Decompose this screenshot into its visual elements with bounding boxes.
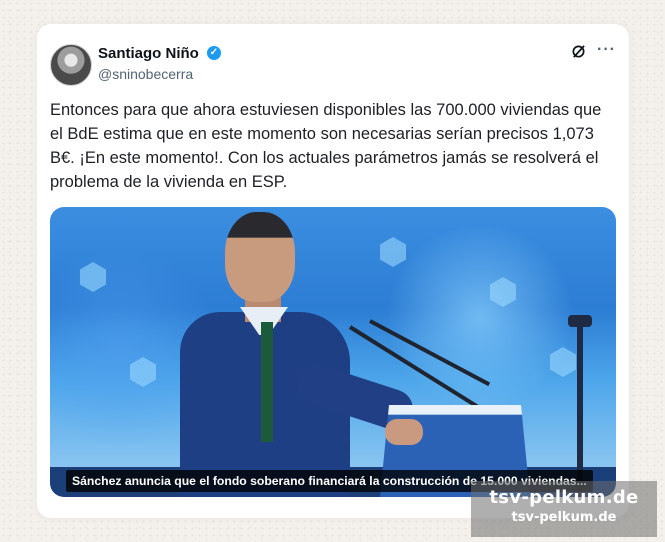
watermark: tsv-pelkum.de tsv-pelkum.de [471, 481, 657, 537]
verified-badge-icon: ✓ [207, 46, 221, 60]
more-options-icon[interactable]: ··· [597, 41, 616, 59]
watermark-line: tsv-pelkum.de [489, 487, 639, 508]
tweet-text: Entonces para que ahora estuviesen dispo… [50, 101, 602, 191]
grok-icon[interactable] [571, 44, 586, 59]
tweet-media-image[interactable]: Sánchez anuncia que el fondo soberano fi… [50, 207, 616, 497]
speaker-hand [385, 419, 423, 445]
watermark-line: tsv-pelkum.de [511, 510, 617, 525]
author-handle[interactable]: @sninobecerra [98, 66, 193, 82]
speaker-tie [261, 322, 273, 442]
avatar[interactable] [50, 44, 92, 86]
speaker-head [225, 212, 295, 302]
author-name[interactable]: Santiago Niño [98, 45, 199, 62]
